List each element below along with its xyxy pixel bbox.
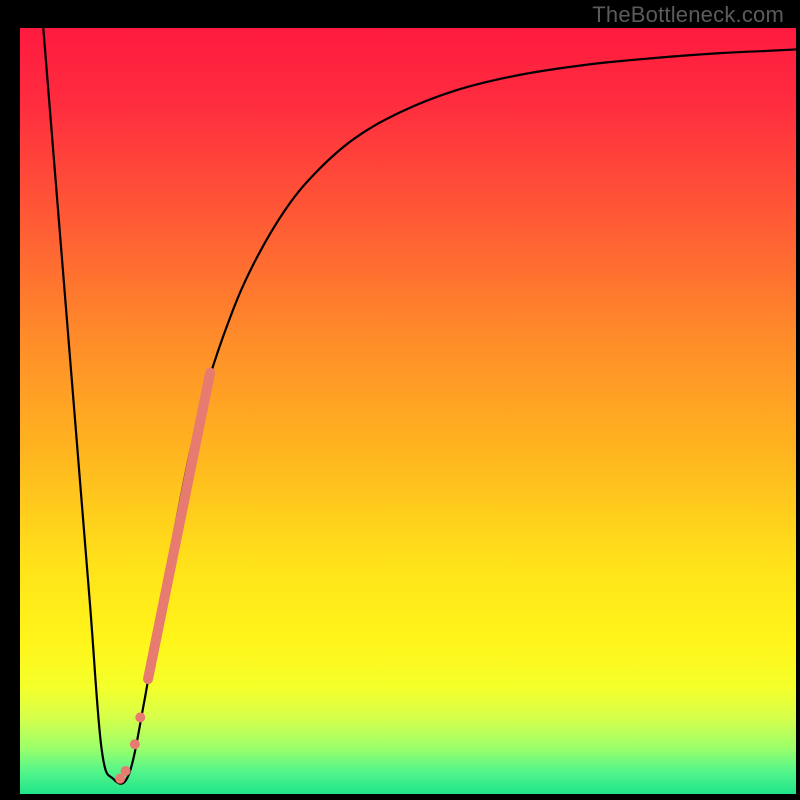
chart-stage: TheBottleneck.com — [0, 0, 800, 800]
bottleneck-curve-path — [43, 28, 796, 784]
plot-area — [20, 28, 796, 794]
salmon-dot — [135, 712, 145, 722]
salmon-dot — [130, 739, 140, 749]
salmon-dot — [115, 774, 125, 784]
watermark-text: TheBottleneck.com — [592, 2, 784, 28]
salmon-thick-segment — [148, 373, 210, 679]
chart-svg — [20, 28, 796, 794]
